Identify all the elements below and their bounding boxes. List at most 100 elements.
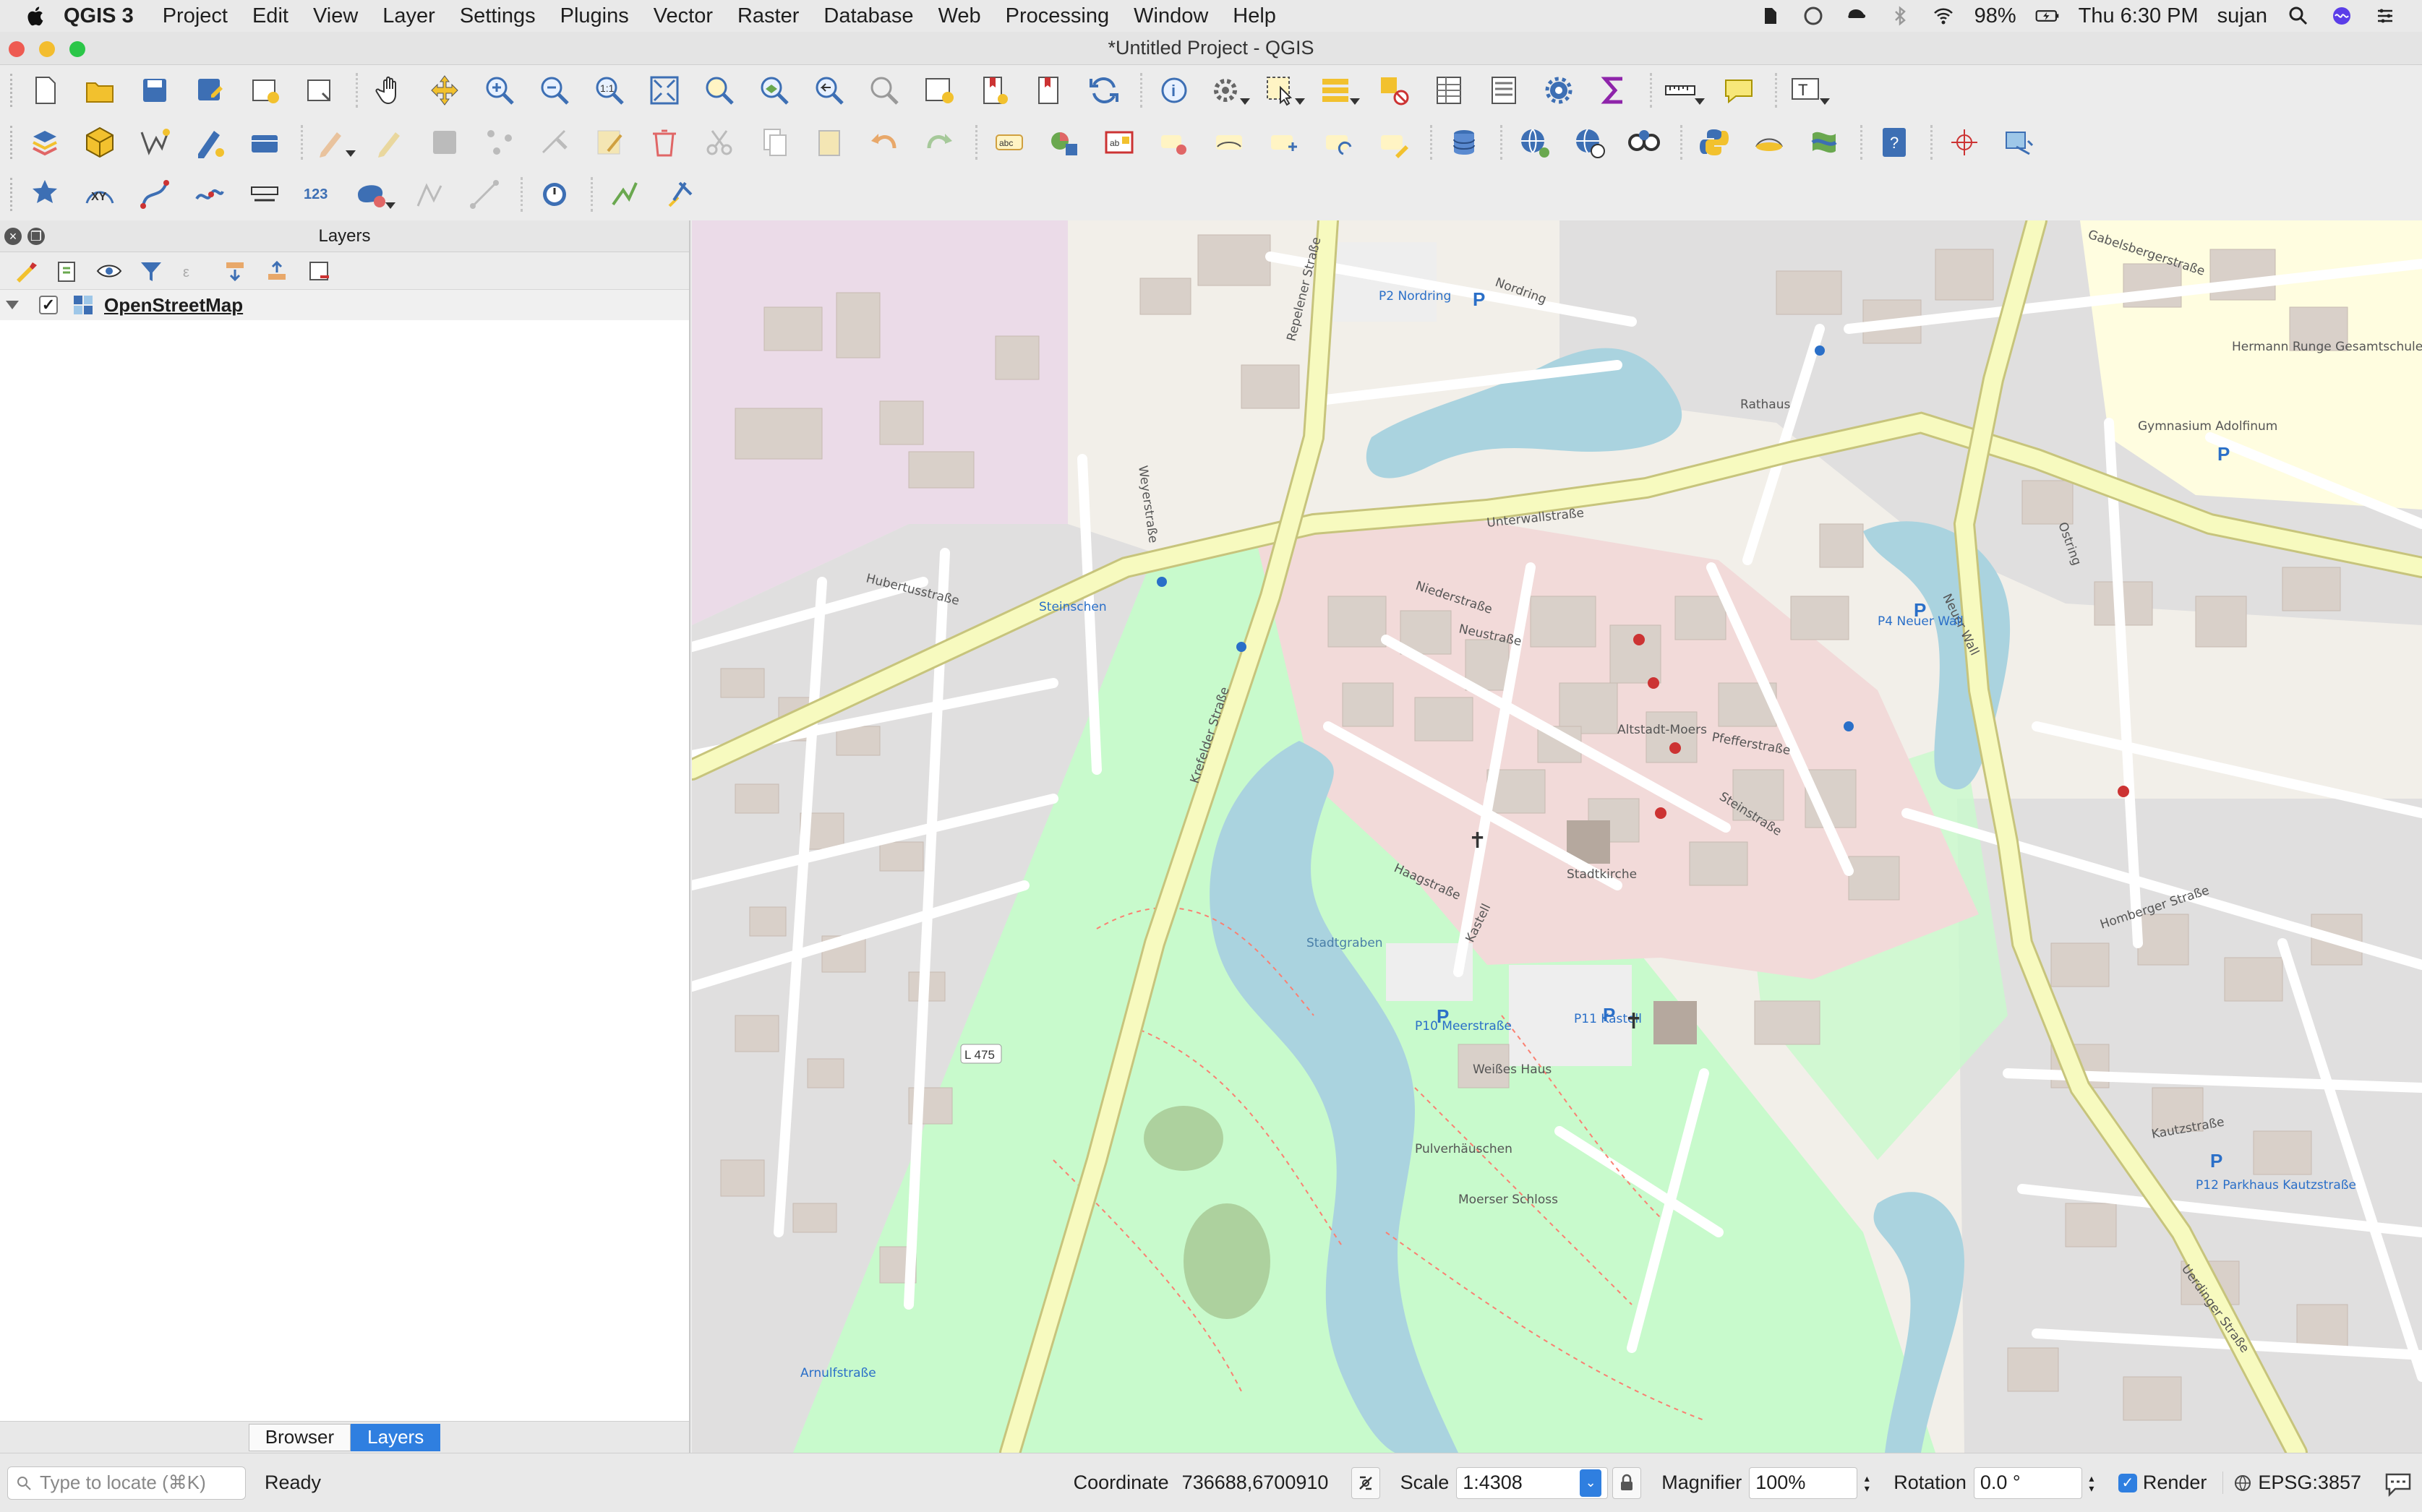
new-geopackage-layer-icon[interactable] <box>78 121 121 163</box>
menu-database[interactable]: Database <box>823 4 913 28</box>
statistical-summary-icon[interactable] <box>1482 69 1525 111</box>
show-bookmarks-icon[interactable] <box>1027 69 1071 111</box>
zoom-out-icon[interactable] <box>533 69 576 111</box>
field-calculator-icon[interactable] <box>1592 69 1635 111</box>
text-annotation-icon[interactable]: T <box>1787 69 1831 111</box>
new-shapefile-layer-icon[interactable] <box>133 121 176 163</box>
open-layer-styling-icon[interactable] <box>4 255 46 287</box>
snapping-tool-icon[interactable] <box>658 173 701 215</box>
filter-legend-icon[interactable] <box>130 255 172 287</box>
menu-raster[interactable]: Raster <box>737 4 799 28</box>
creative-cloud-icon[interactable] <box>1801 5 1826 27</box>
remove-layer-icon[interactable] <box>298 255 340 287</box>
db-manager-icon[interactable] <box>1442 121 1486 163</box>
map-tips-icon[interactable] <box>1717 69 1760 111</box>
rotate-label-icon[interactable] <box>1317 121 1361 163</box>
new-print-layout-icon[interactable] <box>243 69 286 111</box>
zoom-in-icon[interactable] <box>478 69 521 111</box>
map-canvas[interactable]: Repelener Straße Nordring P2 Nordring Un… <box>692 220 2422 1453</box>
digitizing-settings-icon[interactable] <box>23 173 67 215</box>
new-map-view-icon[interactable] <box>917 69 961 111</box>
toolbar-grip[interactable] <box>10 126 16 159</box>
plugin-manager-icon[interactable] <box>1747 121 1791 163</box>
add-group-icon[interactable] <box>46 255 88 287</box>
menubar-user[interactable]: sujan <box>2217 4 2267 28</box>
help-contents-icon[interactable]: ? <box>1873 121 1916 163</box>
pin-labels-icon[interactable] <box>1152 121 1196 163</box>
layer-diagram-icon[interactable] <box>1043 121 1086 163</box>
save-project-icon[interactable] <box>133 69 176 111</box>
pan-to-selection-icon[interactable] <box>423 69 466 111</box>
identify-features-icon[interactable]: i <box>1152 69 1196 111</box>
bluetooth-icon[interactable] <box>1888 5 1912 27</box>
menu-processing[interactable]: Processing <box>1006 4 1109 28</box>
georeferencer-icon[interactable] <box>1998 121 2041 163</box>
new-bookmark-icon[interactable] <box>972 69 1016 111</box>
select-features-icon[interactable] <box>1262 69 1306 111</box>
highlight-pinned-labels-icon[interactable]: ab <box>1097 121 1141 163</box>
timer-icon[interactable] <box>533 173 576 215</box>
collapse-all-icon[interactable] <box>256 255 298 287</box>
close-window-button[interactable] <box>9 41 25 57</box>
measure-line-icon[interactable] <box>1662 69 1706 111</box>
wifi-icon[interactable] <box>1931 5 1956 27</box>
open-project-icon[interactable] <box>78 69 121 111</box>
layout-manager-icon[interactable] <box>298 69 341 111</box>
menu-settings[interactable]: Settings <box>460 4 536 28</box>
locator-search-input[interactable]: Type to locate (⌘K) <box>7 1466 246 1500</box>
scale-combobox[interactable]: 1:4308 ⌄ <box>1456 1466 1609 1499</box>
layer-visibility-checkbox[interactable]: ✓ <box>39 296 58 314</box>
toolbar-grip[interactable] <box>10 178 16 211</box>
deselect-all-icon[interactable] <box>1372 69 1416 111</box>
zoom-to-layer-icon[interactable] <box>753 69 796 111</box>
coordinate-field[interactable]: 736688,6700910 <box>1176 1467 1347 1499</box>
render-checkbox[interactable]: ✓ <box>2118 1473 2137 1492</box>
rotation-stepper-icon[interactable]: ▴ ▾ <box>2085 1467 2098 1499</box>
data-source-manager-icon[interactable] <box>23 121 67 163</box>
zoom-native-resolution-icon[interactable]: 1:1 <box>588 69 631 111</box>
digitize-curve-icon[interactable] <box>133 173 176 215</box>
open-attribute-table-icon[interactable] <box>1427 69 1471 111</box>
refresh-icon[interactable] <box>1082 69 1126 111</box>
chevron-down-icon[interactable]: ⌄ <box>1580 1469 1602 1497</box>
tab-browser[interactable]: Browser <box>248 1423 351 1451</box>
siri-icon[interactable] <box>2329 5 2354 27</box>
float-panel-icon[interactable]: ❐ <box>27 228 45 245</box>
zoom-next-icon[interactable] <box>863 69 906 111</box>
zoom-window-button[interactable] <box>69 41 85 57</box>
menu-project[interactable]: Project <box>163 4 228 28</box>
processing-toolbox-icon[interactable] <box>1802 121 1846 163</box>
shape-digitizing-icon[interactable] <box>353 173 396 215</box>
magnifier-field[interactable]: 100% <box>1749 1466 1858 1499</box>
coordinate-capture-icon[interactable] <box>1943 121 1986 163</box>
log-messages-icon[interactable] <box>2379 1464 2418 1503</box>
close-panel-icon[interactable]: × <box>4 228 22 245</box>
new-temporary-layer-icon[interactable] <box>188 121 231 163</box>
add-xy-feature-icon[interactable]: XY <box>78 173 121 215</box>
add-wfs-layer-icon[interactable] <box>1567 121 1611 163</box>
control-center-icon[interactable] <box>2373 5 2397 27</box>
toolbar-grip[interactable] <box>10 74 16 107</box>
spotlight-search-icon[interactable] <box>2286 5 2311 27</box>
dropbox-icon[interactable] <box>1844 5 1869 27</box>
save-as-icon[interactable] <box>188 69 231 111</box>
battery-icon[interactable] <box>2035 5 2060 27</box>
menu-edit[interactable]: Edit <box>252 4 288 28</box>
menu-app-name[interactable]: QGIS 3 <box>64 4 134 28</box>
lock-scale-icon[interactable] <box>1612 1466 1642 1499</box>
zoom-last-icon[interactable] <box>808 69 851 111</box>
add-wms-layer-icon[interactable] <box>1512 121 1556 163</box>
numeric-attribute-icon[interactable]: 123 <box>298 173 341 215</box>
menu-web[interactable]: Web <box>938 4 981 28</box>
pan-map-icon[interactable] <box>368 69 411 111</box>
manage-visibility-icon[interactable] <box>88 255 130 287</box>
crs-button[interactable]: EPSG:3857 <box>2222 1472 2361 1494</box>
expand-layer-icon[interactable] <box>6 301 19 309</box>
apple-menu-icon[interactable] <box>25 5 45 27</box>
evernote-icon[interactable] <box>1758 5 1782 27</box>
menu-vector[interactable]: Vector <box>654 4 713 28</box>
move-feature-icon[interactable] <box>243 173 286 215</box>
zoom-full-icon[interactable] <box>643 69 686 111</box>
osm-map[interactable]: Repelener Straße Nordring P2 Nordring Un… <box>692 220 2422 1453</box>
menu-view[interactable]: View <box>313 4 358 28</box>
